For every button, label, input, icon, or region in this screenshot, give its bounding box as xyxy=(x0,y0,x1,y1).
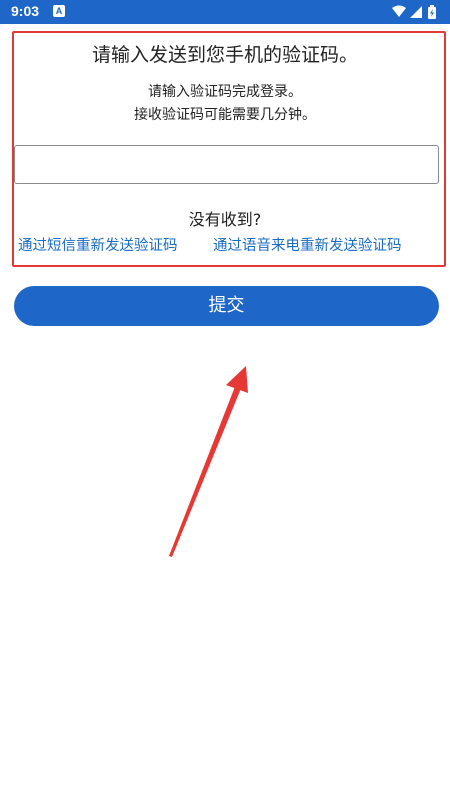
annotation-arrow xyxy=(169,366,248,557)
